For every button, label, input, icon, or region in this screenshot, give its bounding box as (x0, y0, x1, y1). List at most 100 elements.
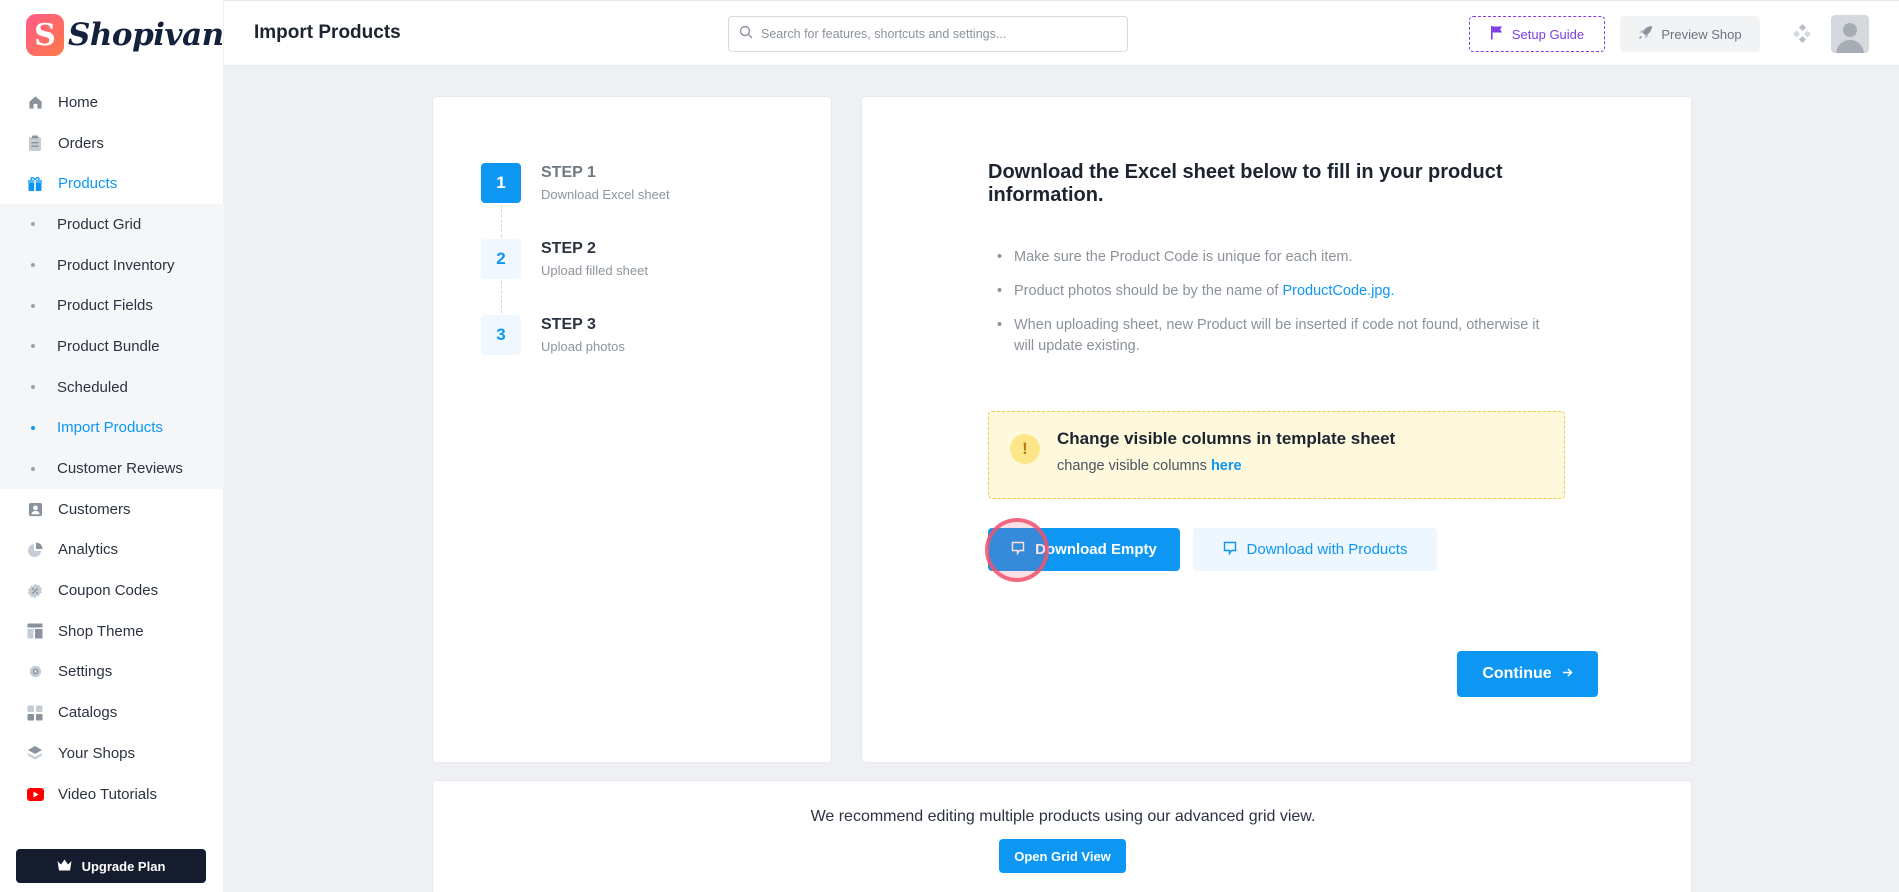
sidebar-subitem-product-bundle[interactable]: Product Bundle (0, 326, 224, 367)
step-number: 1 (481, 163, 521, 203)
step-2[interactable]: 2 STEP 2 Upload filled sheet (481, 239, 648, 279)
sidebar-subitem-product-inventory[interactable]: Product Inventory (0, 245, 224, 286)
sidebar-item-shop-theme[interactable]: Shop Theme (0, 611, 224, 652)
download-heading: Download the Excel sheet below to fill i… (988, 161, 1503, 206)
youtube-icon (26, 785, 44, 803)
change-columns-link[interactable]: here (1211, 458, 1242, 474)
grid-icon (26, 704, 44, 722)
pie-chart-icon (26, 541, 44, 559)
bullet-dot-icon (31, 263, 35, 268)
sidebar-item-customers[interactable]: Customers (0, 489, 224, 530)
bullet-dot-icon (31, 303, 35, 308)
sidebar-subitem-label: Product Fields (57, 297, 153, 315)
sidebar-subitem-label: Customer Reviews (57, 460, 183, 478)
list-item: • Make sure the Product Code is unique fo… (988, 247, 1548, 268)
search-input[interactable] (761, 27, 1101, 41)
instructions-list: • Make sure the Product Code is unique fo… (988, 247, 1548, 370)
search-icon (739, 25, 753, 44)
sidebar-item-catalogs[interactable]: Catalogs (0, 692, 224, 733)
topbar: Import Products Setup Guide Preview Shop (224, 0, 1899, 66)
download-empty-label: Download Empty (1035, 541, 1157, 558)
sidebar-subitem-scheduled[interactable]: Scheduled (0, 367, 224, 408)
products-submenu: Product Grid Product Inventory Product F… (0, 204, 224, 489)
sidebar-subitem-import-products[interactable]: Import Products (0, 408, 224, 449)
sidebar-item-home[interactable]: Home (0, 82, 224, 123)
sidebar-subitem-product-grid[interactable]: Product Grid (0, 204, 224, 245)
sidebar-item-label: Analytics (58, 541, 119, 559)
product-code-link[interactable]: ProductCode.jpg. (1282, 283, 1394, 299)
sidebar-subitem-product-fields[interactable]: Product Fields (0, 285, 224, 326)
download-with-products-button[interactable]: Download with Products (1193, 528, 1437, 571)
list-item-text: When uploading sheet, new Product will b… (1014, 317, 1540, 354)
bullet-dot-icon (31, 344, 35, 349)
notice-title: Change visible columns in template sheet (1057, 429, 1396, 448)
grid-view-card: We recommend editing multiple products u… (432, 780, 1692, 892)
gift-icon (26, 175, 44, 193)
home-icon (26, 93, 44, 111)
setup-guide-label: Setup Guide (1511, 26, 1585, 42)
sidebar-item-label: Shop Theme (58, 622, 144, 640)
upgrade-plan-button[interactable]: Upgrade Plan (16, 849, 206, 883)
layers-icon (26, 744, 44, 762)
sidebar-item-coupon-codes[interactable]: Coupon Codes (0, 570, 224, 611)
columns-notice: ! Change visible columns in template she… (988, 411, 1565, 499)
preview-shop-button[interactable]: Preview Shop (1620, 16, 1760, 52)
setup-guide-button[interactable]: Setup Guide (1469, 16, 1605, 52)
sidebar-item-label: Orders (58, 134, 104, 152)
sidebar-item-label: Video Tutorials (58, 785, 157, 803)
step-title: STEP 1 (541, 164, 596, 181)
sidebar-item-label: Customers (58, 500, 131, 518)
continue-button[interactable]: Continue (1457, 651, 1598, 697)
sidebar-subitem-customer-reviews[interactable]: Customer Reviews (0, 448, 224, 489)
step-subtitle: Upload filled sheet (541, 263, 648, 278)
clipboard-icon (26, 134, 44, 152)
sidebar-nav: Home Orders Products Product Grid Produc… (0, 82, 224, 814)
download-icon (1011, 541, 1025, 559)
crown-icon (57, 859, 72, 874)
sidebar-item-settings[interactable]: Settings (0, 652, 224, 693)
sidebar-item-label: Catalogs (58, 704, 118, 722)
sidebar-subitem-label: Product Bundle (57, 337, 160, 355)
gear-icon (26, 663, 44, 681)
sidebar-item-video-tutorials[interactable]: Video Tutorials (0, 774, 224, 815)
search-box[interactable] (728, 16, 1128, 52)
sidebar-subitem-label: Product Inventory (57, 256, 175, 274)
sidebar-item-products[interactable]: Products (0, 163, 224, 204)
avatar[interactable] (1831, 15, 1869, 53)
notice-text: change visible columns here (1057, 458, 1242, 474)
step-subtitle: Upload photos (541, 339, 625, 354)
open-grid-view-button[interactable]: Open Grid View (999, 839, 1126, 873)
flag-icon (1490, 25, 1504, 43)
step-number: 2 (481, 239, 521, 279)
steps-card: 1 STEP 1 Download Excel sheet 2 STEP 2 U… (432, 96, 832, 763)
sidebar-item-your-shops[interactable]: Your Shops (0, 733, 224, 774)
step-1[interactable]: 1 STEP 1 Download Excel sheet (481, 163, 670, 203)
step-number: 3 (481, 315, 521, 355)
list-item: • When uploading sheet, new Product will … (988, 315, 1548, 357)
sidebar-subitem-label: Product Grid (57, 215, 142, 233)
step-subtitle: Download Excel sheet (541, 187, 670, 202)
download-empty-button[interactable]: Download Empty (988, 528, 1180, 571)
bullet-dot-icon (31, 222, 35, 227)
bullet-dot-icon (31, 466, 35, 471)
sidebar: S Shopivana Home Orders Products Product… (0, 0, 244, 892)
sidebar-item-label: Coupon Codes (58, 582, 159, 600)
grid-recommendation-text: We recommend editing multiple products u… (810, 808, 1316, 825)
layout-icon (26, 622, 44, 640)
preview-shop-label: Preview Shop (1661, 26, 1742, 42)
list-item-text: Product photos should be by the name of (1014, 283, 1283, 299)
sidebar-item-analytics[interactable]: Analytics (0, 530, 224, 571)
download-card: Download the Excel sheet below to fill i… (861, 96, 1692, 763)
step-3[interactable]: 3 STEP 3 Upload photos (481, 315, 625, 355)
exclamation-icon: ! (1010, 434, 1040, 464)
coupon-icon (26, 582, 44, 600)
arrow-right-icon (1562, 665, 1573, 683)
sidebar-item-orders[interactable]: Orders (0, 123, 224, 164)
logo-mark-icon: S (26, 14, 64, 56)
bullet-dot-icon (31, 425, 35, 430)
brand-logo[interactable]: S Shopivana (26, 12, 244, 58)
apps-grid-icon[interactable] (1792, 23, 1812, 44)
sidebar-item-label: Products (58, 175, 118, 193)
rocket-icon (1638, 25, 1653, 43)
sidebar-subitem-label: Scheduled (57, 378, 128, 396)
